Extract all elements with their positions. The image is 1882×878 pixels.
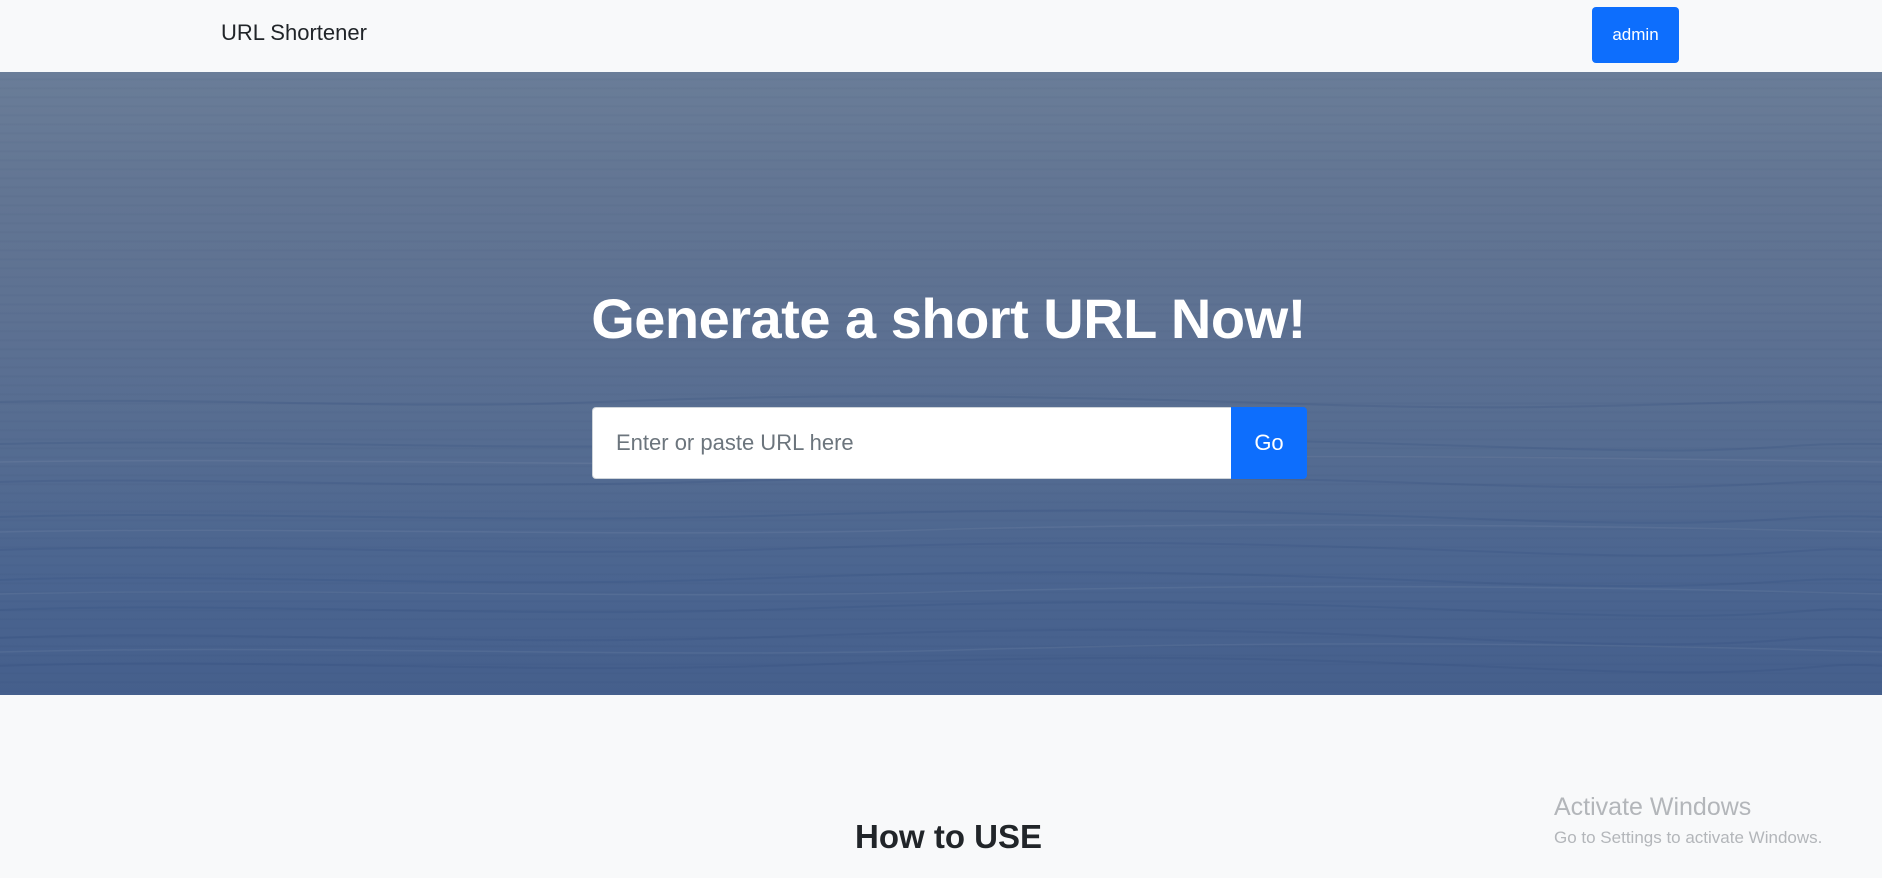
admin-button[interactable]: admin (1592, 7, 1679, 63)
navbar: URL Shortener admin (0, 0, 1882, 72)
url-input[interactable] (592, 407, 1231, 479)
go-button[interactable]: Go (1231, 407, 1307, 479)
hero-section: Generate a short URL Now! Go (0, 72, 1882, 695)
brand-link[interactable]: URL Shortener (221, 20, 367, 46)
hero-title: Generate a short URL Now! (591, 287, 1306, 350)
shorten-url-form: Go (592, 407, 1307, 479)
how-to-use-heading: How to USE (855, 818, 1042, 855)
sea-background-image (0, 395, 1882, 674)
